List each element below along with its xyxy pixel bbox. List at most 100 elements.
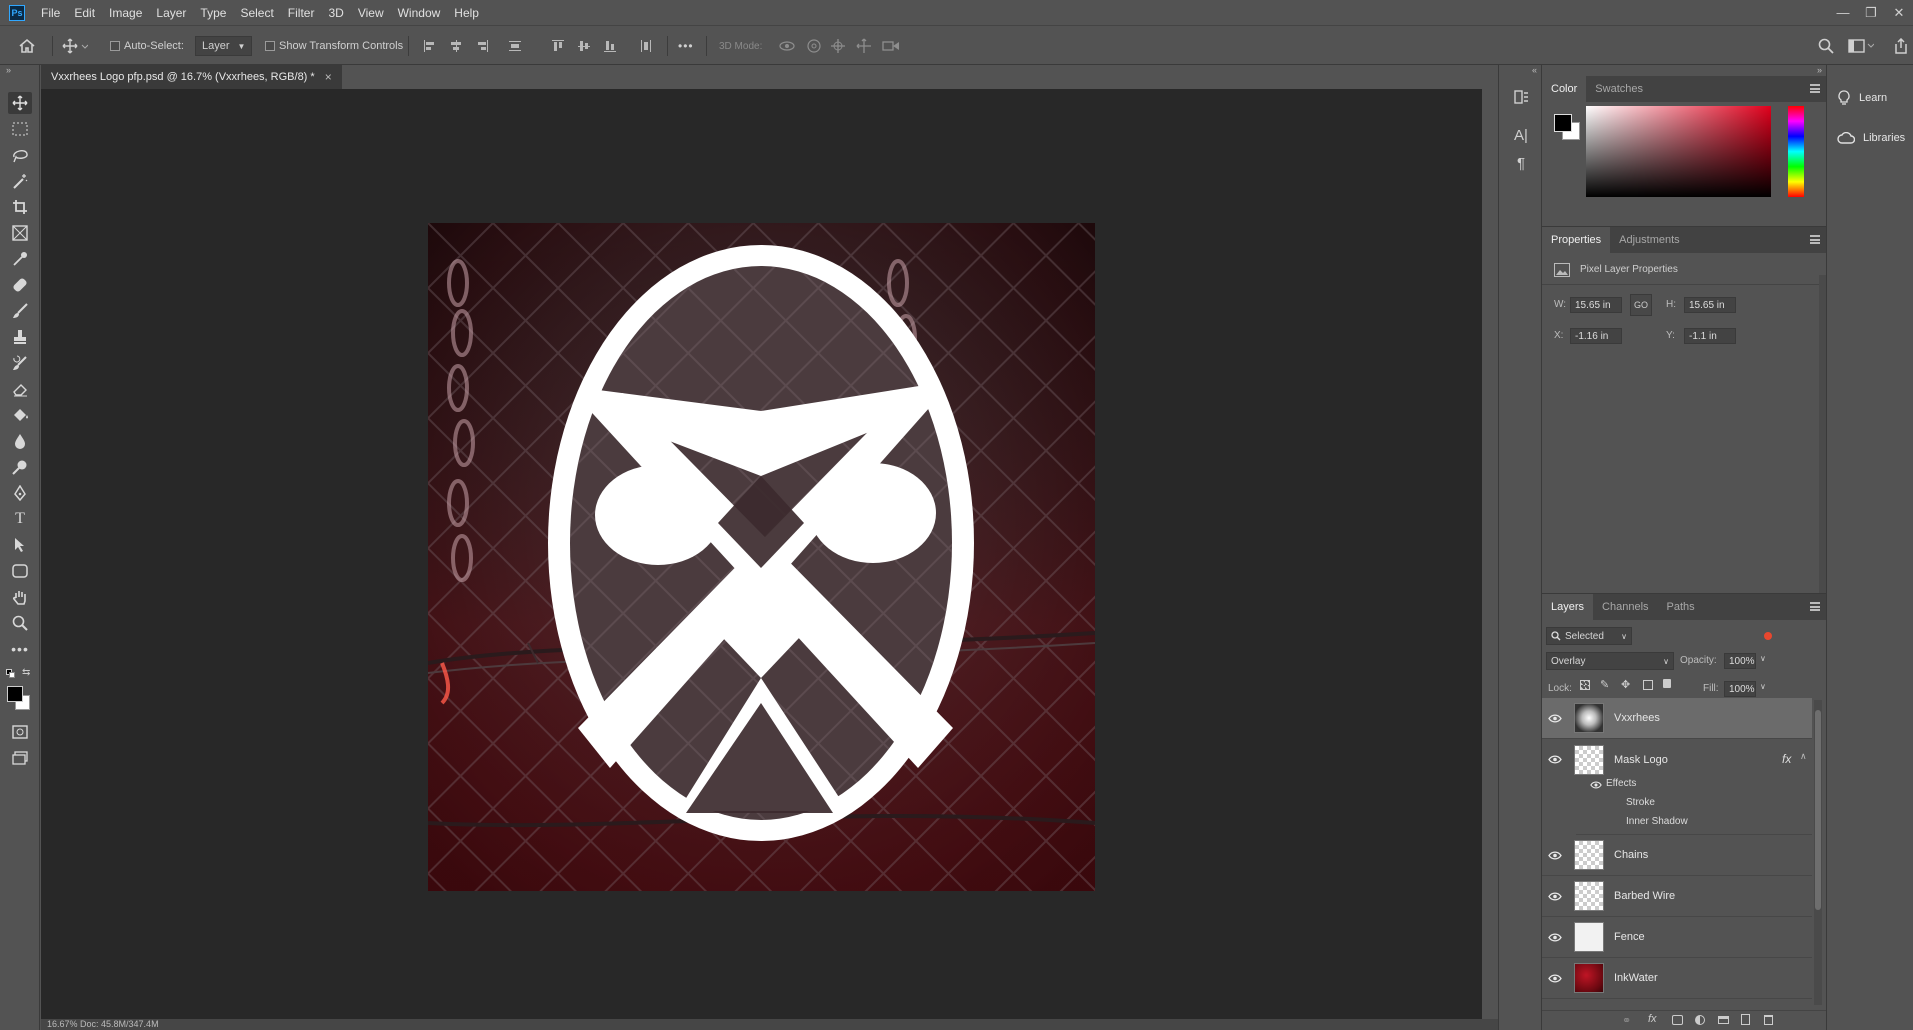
align-top-icon[interactable]	[552, 40, 564, 52]
3d-roll-icon[interactable]	[806, 26, 822, 66]
expand-dock-icon[interactable]: «	[1532, 65, 1537, 75]
menu-image[interactable]: Image	[109, 6, 142, 20]
align-bottom-icon[interactable]	[604, 40, 616, 52]
align-left-icon[interactable]	[424, 40, 436, 52]
layer-row[interactable]: Chains	[1542, 835, 1812, 876]
healing-brush-tool-icon[interactable]	[8, 274, 32, 296]
tab-properties[interactable]: Properties	[1542, 227, 1611, 253]
properties-panel-menu-icon[interactable]	[1810, 235, 1820, 244]
close-tab-icon[interactable]: ×	[325, 70, 332, 84]
show-transform-checkbox[interactable]	[265, 41, 275, 51]
lock-all-icon[interactable]	[1663, 679, 1671, 688]
layer-row[interactable]: Vxxrhees	[1542, 698, 1812, 739]
eraser-tool-icon[interactable]	[8, 378, 32, 400]
color-panel-menu-icon[interactable]	[1810, 84, 1820, 93]
lock-position-icon[interactable]: ✥	[1621, 678, 1630, 691]
vertical-scrollbar[interactable]	[1482, 89, 1498, 1019]
collapse-effects-icon[interactable]: ∧	[1800, 751, 1807, 762]
brush-tool-icon[interactable]	[8, 300, 32, 322]
layers-scrollbar-thumb[interactable]	[1815, 710, 1821, 910]
libraries-panel-button[interactable]: Libraries	[1827, 121, 1913, 155]
menu-select[interactable]: Select	[240, 6, 273, 20]
home-icon[interactable]	[18, 26, 36, 66]
align-vertical-center-icon[interactable]	[578, 40, 590, 52]
edit-toolbar-icon[interactable]: •••	[8, 638, 32, 660]
eye-icon[interactable]	[1542, 891, 1568, 901]
fill-input[interactable]: 100%	[1724, 681, 1756, 697]
hue-slider[interactable]	[1788, 106, 1804, 197]
menu-file[interactable]: File	[41, 6, 60, 20]
fx-icon[interactable]: fx	[1782, 752, 1791, 766]
menu-window[interactable]: Window	[398, 6, 441, 20]
lock-paint-icon[interactable]: ✎	[1600, 678, 1609, 691]
close-button[interactable]: ✕	[1885, 0, 1913, 25]
path-selection-tool-icon[interactable]	[8, 534, 32, 556]
width-input[interactable]: 15.65 in	[1570, 297, 1622, 313]
3d-pan-icon[interactable]	[830, 26, 846, 66]
frame-tool-icon[interactable]	[8, 222, 32, 244]
history-brush-tool-icon[interactable]	[8, 352, 32, 374]
menu-edit[interactable]: Edit	[74, 6, 95, 20]
panel-foreground-swatch[interactable]	[1554, 114, 1572, 132]
shape-tool-icon[interactable]	[8, 560, 32, 582]
collapse-icon[interactable]: »	[6, 65, 11, 75]
color-field[interactable]	[1586, 106, 1771, 197]
new-group-icon[interactable]	[1718, 1016, 1729, 1024]
effect-inner-shadow[interactable]: Inner Shadow	[1626, 816, 1688, 827]
menu-help[interactable]: Help	[454, 6, 479, 20]
menu-type[interactable]: Type	[200, 6, 226, 20]
collapse-panels-icon[interactable]: »	[1817, 65, 1822, 75]
x-input[interactable]: -1.16 in	[1570, 328, 1622, 344]
search-icon[interactable]	[1818, 26, 1834, 66]
clone-stamp-tool-icon[interactable]	[8, 326, 32, 348]
layer-row[interactable]: Fence	[1542, 917, 1812, 958]
blend-mode-dropdown[interactable]: Overlay ∨	[1546, 652, 1674, 670]
eyedropper-tool-icon[interactable]	[8, 248, 32, 270]
layer-row[interactable]: InkWater	[1542, 958, 1812, 999]
tab-adjustments[interactable]: Adjustments	[1610, 227, 1689, 253]
menu-3d[interactable]: 3D	[328, 6, 343, 20]
auto-select-target-dropdown[interactable]: Layer ▼	[195, 36, 253, 56]
eye-icon[interactable]	[1542, 755, 1568, 764]
opacity-input[interactable]: 100%	[1724, 653, 1756, 669]
add-style-icon[interactable]: fx	[1648, 1013, 1657, 1025]
default-colors-icon[interactable]	[6, 669, 16, 679]
paragraph-panel-icon[interactable]: ¶	[1511, 153, 1531, 173]
blur-tool-icon[interactable]	[8, 430, 32, 452]
magic-wand-tool-icon[interactable]	[8, 170, 32, 192]
auto-select-checkbox[interactable]	[110, 41, 120, 51]
y-input[interactable]: -1.1 in	[1684, 328, 1736, 344]
lock-transparent-icon[interactable]	[1580, 680, 1590, 690]
restore-button[interactable]: ❐	[1857, 0, 1885, 25]
layer-row[interactable]: Barbed Wire	[1542, 876, 1812, 917]
pen-tool-icon[interactable]	[8, 482, 32, 504]
menu-filter[interactable]: Filter	[288, 6, 315, 20]
layers-scrollbar[interactable]	[1814, 700, 1822, 1005]
tab-swatches[interactable]: Swatches	[1586, 76, 1652, 102]
share-icon[interactable]	[1893, 26, 1909, 66]
move-tool-preset-icon[interactable]	[62, 26, 88, 66]
hand-tool-icon[interactable]	[8, 586, 32, 608]
learn-panel-button[interactable]: Learn	[1827, 81, 1913, 115]
distribute-horizontal-icon[interactable]	[640, 40, 652, 52]
3d-slide-icon[interactable]	[856, 26, 872, 66]
properties-scrollbar[interactable]	[1819, 275, 1826, 605]
marquee-tool-icon[interactable]	[8, 118, 32, 140]
align-right-icon[interactable]	[476, 40, 488, 52]
history-panel-icon[interactable]	[1511, 87, 1531, 107]
document-canvas-artwork[interactable]	[428, 223, 1095, 891]
paint-bucket-tool-icon[interactable]	[8, 404, 32, 426]
type-tool-icon[interactable]: T	[8, 508, 32, 530]
tab-paths[interactable]: Paths	[1658, 594, 1704, 620]
opacity-chevron-icon[interactable]: ∨	[1760, 654, 1766, 663]
tab-channels[interactable]: Channels	[1593, 594, 1657, 620]
minimize-button[interactable]: —	[1829, 0, 1857, 25]
eye-icon[interactable]	[1542, 713, 1568, 723]
crop-tool-icon[interactable]	[8, 196, 32, 218]
3d-scale-icon[interactable]	[882, 26, 900, 66]
workspace-switcher-icon[interactable]	[1848, 26, 1874, 66]
3d-orbit-icon[interactable]	[778, 26, 796, 66]
lasso-tool-icon[interactable]	[8, 144, 32, 166]
screen-mode-icon[interactable]	[8, 747, 32, 769]
eye-icon[interactable]	[1542, 932, 1568, 942]
